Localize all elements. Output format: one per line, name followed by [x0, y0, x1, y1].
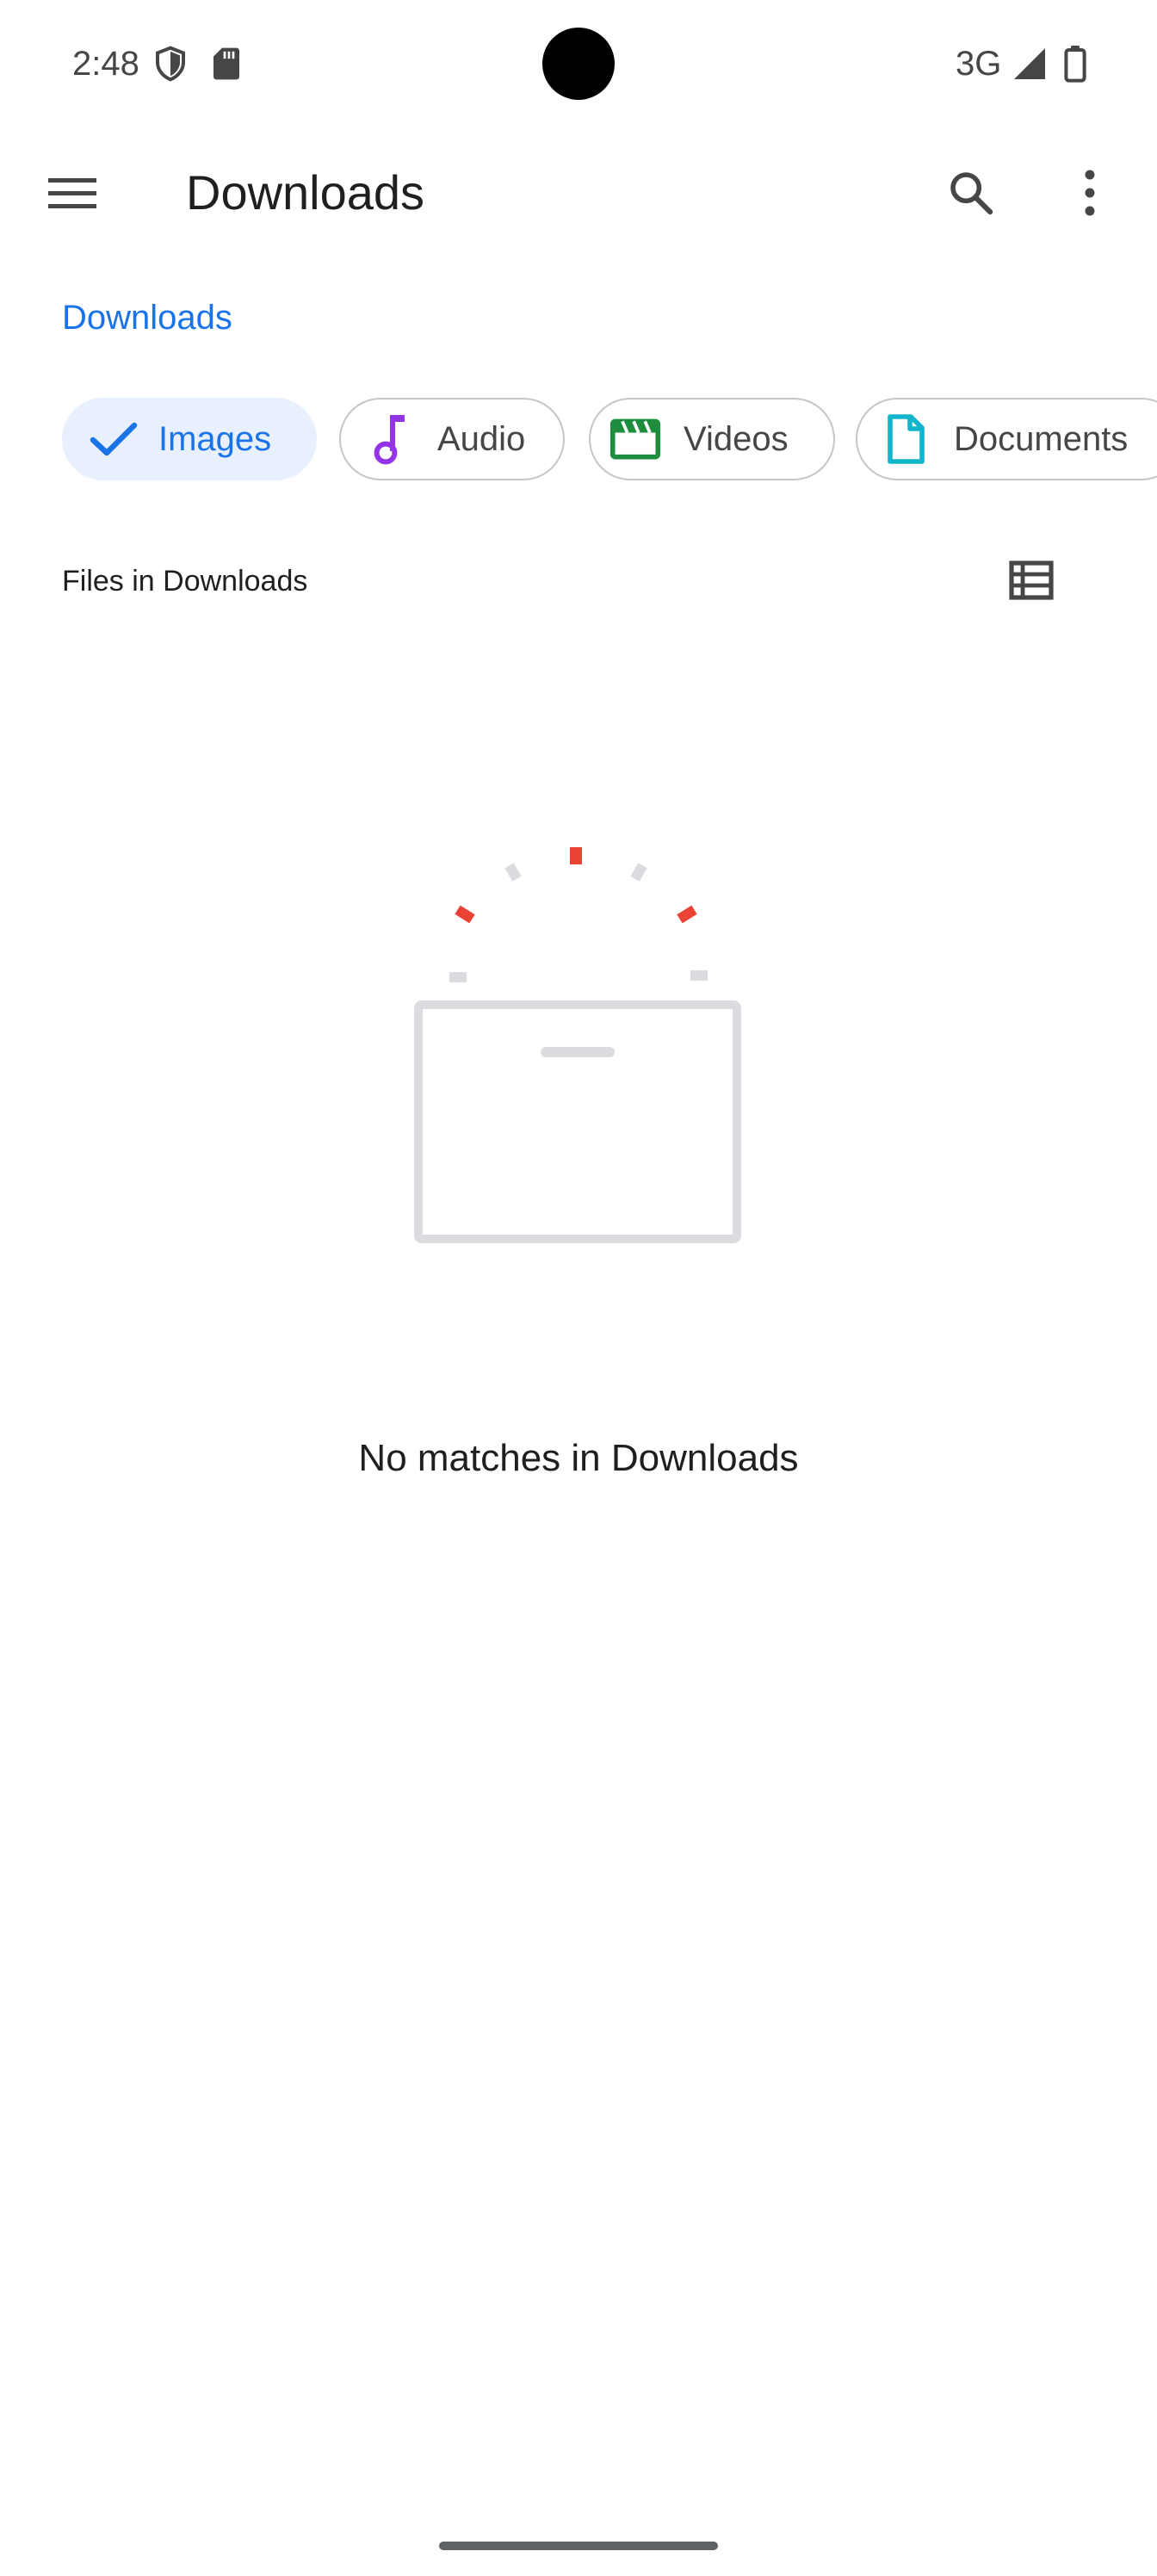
- search-icon: [950, 172, 993, 215]
- empty-state-message: No matches in Downloads: [358, 1437, 799, 1479]
- music-note-icon: [365, 413, 417, 465]
- filter-chips: Images Audio Videos Documents: [62, 398, 1157, 484]
- chip-images[interactable]: Images: [62, 398, 317, 480]
- empty-state-illustration: [406, 837, 751, 1250]
- chip-label: Videos: [684, 419, 789, 458]
- page-title: Downloads: [186, 165, 425, 220]
- chip-label: Audio: [437, 419, 526, 458]
- list-view-icon: [1009, 560, 1054, 600]
- check-icon: [88, 413, 139, 465]
- chip-label: Documents: [954, 419, 1129, 458]
- hamburger-menu-icon: [48, 178, 96, 208]
- breadcrumb-downloads[interactable]: Downloads: [62, 294, 232, 341]
- list-view-toggle-button[interactable]: [997, 546, 1066, 615]
- sd-card-icon: [212, 46, 241, 85]
- movie-icon: [609, 413, 661, 465]
- empty-box-icon: [414, 847, 741, 1243]
- chip-videos[interactable]: Videos: [589, 398, 835, 480]
- shield-icon: [153, 45, 188, 87]
- chip-documents[interactable]: Documents: [856, 398, 1157, 480]
- document-icon: [880, 413, 931, 465]
- more-vert-icon: [1085, 170, 1095, 216]
- chip-label: Images: [158, 419, 272, 458]
- signal-icon: [1012, 46, 1047, 85]
- more-options-button[interactable]: [1055, 158, 1124, 227]
- search-button[interactable]: [937, 158, 1005, 227]
- status-time: 2:48: [72, 45, 139, 83]
- camera-cutout: [542, 28, 615, 100]
- network-type: 3G: [956, 45, 1002, 83]
- chip-audio[interactable]: Audio: [339, 398, 565, 480]
- battery-icon: [1064, 45, 1086, 87]
- navigation-menu-button[interactable]: [38, 158, 107, 227]
- section-title: Files in Downloads: [62, 565, 308, 598]
- home-gesture-bar[interactable]: [439, 2542, 718, 2550]
